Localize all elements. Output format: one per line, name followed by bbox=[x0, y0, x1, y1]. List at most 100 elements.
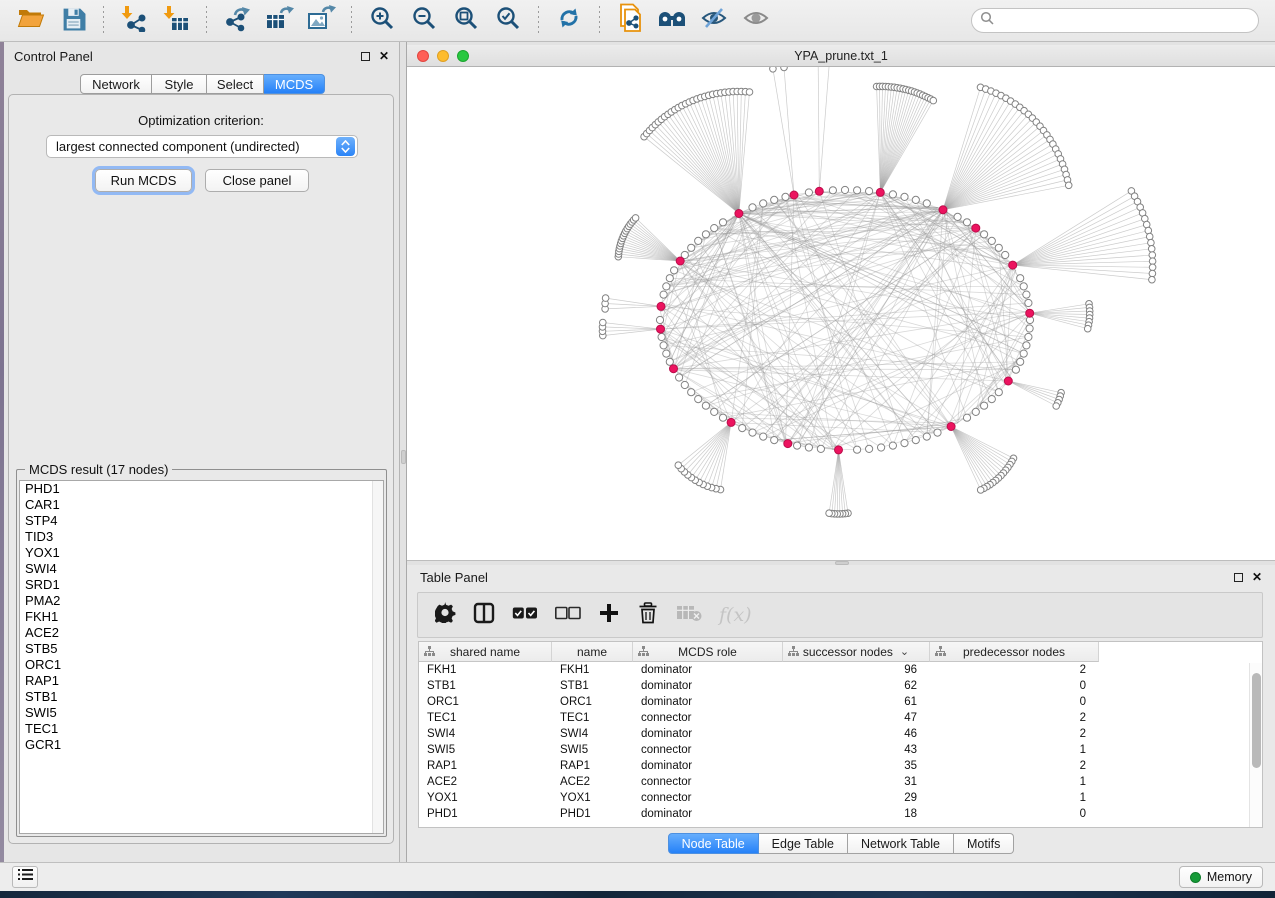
save-session-button[interactable] bbox=[56, 5, 90, 37]
mcds-result-item[interactable]: PMA2 bbox=[20, 593, 383, 609]
tab-select[interactable]: Select bbox=[207, 74, 264, 94]
zoom-fit-button[interactable] bbox=[449, 5, 483, 37]
mcds-result-list[interactable]: PHD1CAR1STP4TID3YOX1SWI4SRD1PMA2FKH1ACE2… bbox=[19, 480, 384, 834]
mcds-result-item[interactable]: PHD1 bbox=[20, 481, 383, 497]
delete-table-button[interactable] bbox=[676, 602, 702, 628]
table-cell: ORC1 bbox=[419, 694, 552, 710]
list-scrollbar[interactable] bbox=[372, 481, 383, 833]
float-panel-icon[interactable] bbox=[1234, 573, 1243, 582]
network-graph[interactable] bbox=[407, 67, 1275, 560]
optimization-criterion-select[interactable]: largest connected component (undirected) bbox=[46, 135, 358, 158]
mcds-result-item[interactable]: CAR1 bbox=[20, 497, 383, 513]
mcds-result-item[interactable]: SWI4 bbox=[20, 561, 383, 577]
mcds-result-item[interactable]: STB5 bbox=[20, 641, 383, 657]
zoom-out-button[interactable] bbox=[407, 5, 441, 37]
table-row[interactable]: PHD1PHD1dominator180 bbox=[419, 806, 1262, 822]
tab-edge-table[interactable]: Edge Table bbox=[759, 833, 848, 854]
tab-style[interactable]: Style bbox=[152, 74, 207, 94]
delete-column-button[interactable] bbox=[637, 602, 659, 628]
tab-mcds[interactable]: MCDS bbox=[264, 74, 325, 94]
scrollbar-thumb[interactable] bbox=[1252, 673, 1261, 768]
columns-icon bbox=[473, 602, 495, 629]
mcds-result-item[interactable]: RAP1 bbox=[20, 673, 383, 689]
mcds-result-item[interactable]: TEC1 bbox=[20, 721, 383, 737]
table-cell: 1 bbox=[930, 774, 1099, 790]
apply-layout-button[interactable] bbox=[552, 5, 586, 37]
eye-slash-icon bbox=[700, 5, 728, 36]
table-row[interactable]: ORC1ORC1dominator610 bbox=[419, 694, 1262, 710]
close-panel-button[interactable]: Close panel bbox=[205, 169, 309, 192]
close-panel-icon[interactable]: ✕ bbox=[379, 50, 389, 62]
column-header[interactable]: name bbox=[552, 642, 633, 662]
open-file-button[interactable] bbox=[14, 5, 48, 37]
column-header[interactable]: predecessor nodes bbox=[930, 642, 1099, 662]
table-row[interactable]: YOX1YOX1connector291 bbox=[419, 790, 1262, 806]
zoom-in-button[interactable] bbox=[365, 5, 399, 37]
table-row[interactable]: FKH1FKH1dominator962 bbox=[419, 662, 1262, 678]
mcds-result-item[interactable]: STP4 bbox=[20, 513, 383, 529]
table-row[interactable]: TEC1TEC1connector472 bbox=[419, 710, 1262, 726]
table-row[interactable]: ACE2ACE2connector311 bbox=[419, 774, 1262, 790]
hide-selected-button[interactable] bbox=[697, 5, 731, 37]
deselect-all-button[interactable] bbox=[555, 602, 581, 628]
vertical-splitter[interactable] bbox=[400, 42, 407, 862]
clone-network-button[interactable] bbox=[613, 5, 647, 37]
tab-motifs[interactable]: Motifs bbox=[954, 833, 1014, 854]
export-image-button[interactable] bbox=[304, 5, 338, 37]
table-row[interactable]: SWI4SWI4dominator462 bbox=[419, 726, 1262, 742]
table-cell: 47 bbox=[783, 710, 930, 726]
delete-table-icon bbox=[676, 604, 702, 627]
mcds-result-item[interactable]: TID3 bbox=[20, 529, 383, 545]
mcds-result-item[interactable]: SWI5 bbox=[20, 705, 383, 721]
network-view-canvas[interactable] bbox=[407, 67, 1275, 560]
mcds-result-item[interactable]: GCR1 bbox=[20, 737, 383, 753]
add-column-button[interactable] bbox=[598, 602, 620, 628]
import-network-button[interactable] bbox=[117, 5, 151, 37]
float-panel-icon[interactable] bbox=[361, 52, 370, 61]
zoom-selected-button[interactable] bbox=[491, 5, 525, 37]
table-scrollbar[interactable] bbox=[1249, 663, 1262, 827]
table-row[interactable]: SWI5SWI5connector431 bbox=[419, 742, 1262, 758]
table-cell: 0 bbox=[930, 806, 1099, 822]
table-cell: 96 bbox=[783, 662, 930, 678]
search-input[interactable] bbox=[999, 14, 1250, 28]
mcds-result-item[interactable]: ACE2 bbox=[20, 625, 383, 641]
export-network-button[interactable] bbox=[220, 5, 254, 37]
table-row[interactable]: STB1STB1dominator620 bbox=[419, 678, 1262, 694]
column-header[interactable]: shared name bbox=[419, 642, 552, 662]
network-window-titlebar[interactable]: YPA_prune.txt_1 bbox=[407, 45, 1275, 67]
control-panel-tabs: Network Style Select MCDS bbox=[80, 74, 325, 94]
run-mcds-button[interactable]: Run MCDS bbox=[95, 169, 192, 192]
mcds-result-item[interactable]: STB1 bbox=[20, 689, 383, 705]
close-panel-icon[interactable]: ✕ bbox=[1252, 571, 1262, 583]
mcds-result-item[interactable]: FKH1 bbox=[20, 609, 383, 625]
column-header[interactable]: MCDS role bbox=[633, 642, 783, 662]
first-neighbors-button[interactable] bbox=[655, 5, 689, 37]
import-table-icon bbox=[162, 5, 190, 37]
column-header[interactable]: successor nodes⌄ bbox=[783, 642, 930, 662]
mcds-result-item[interactable]: YOX1 bbox=[20, 545, 383, 561]
table-settings-button[interactable] bbox=[434, 602, 456, 628]
open-folder-icon bbox=[17, 6, 45, 35]
show-all-button[interactable] bbox=[739, 5, 773, 37]
splitter-grip[interactable] bbox=[401, 450, 406, 464]
tab-node-table[interactable]: Node Table bbox=[668, 833, 759, 854]
select-all-button[interactable] bbox=[512, 602, 538, 628]
table-cell: ACE2 bbox=[552, 774, 633, 790]
network-search-box[interactable] bbox=[971, 8, 1259, 33]
task-history-button[interactable] bbox=[12, 866, 38, 888]
export-table-button[interactable] bbox=[262, 5, 296, 37]
function-builder-button[interactable]: f(x) bbox=[719, 602, 752, 628]
tab-network[interactable]: Network bbox=[80, 74, 152, 94]
table-cell: PHD1 bbox=[552, 806, 633, 822]
table-cell: 31 bbox=[783, 774, 930, 790]
tab-network-table[interactable]: Network Table bbox=[848, 833, 954, 854]
table-row[interactable]: RAP1RAP1dominator352 bbox=[419, 758, 1262, 774]
mcds-result-item[interactable]: SRD1 bbox=[20, 577, 383, 593]
show-column-button[interactable] bbox=[473, 602, 495, 628]
memory-button[interactable]: Memory bbox=[1179, 866, 1263, 888]
table-cell: 18 bbox=[783, 806, 930, 822]
import-table-button[interactable] bbox=[159, 5, 193, 37]
toolbar-separator bbox=[538, 6, 539, 36]
mcds-result-item[interactable]: ORC1 bbox=[20, 657, 383, 673]
